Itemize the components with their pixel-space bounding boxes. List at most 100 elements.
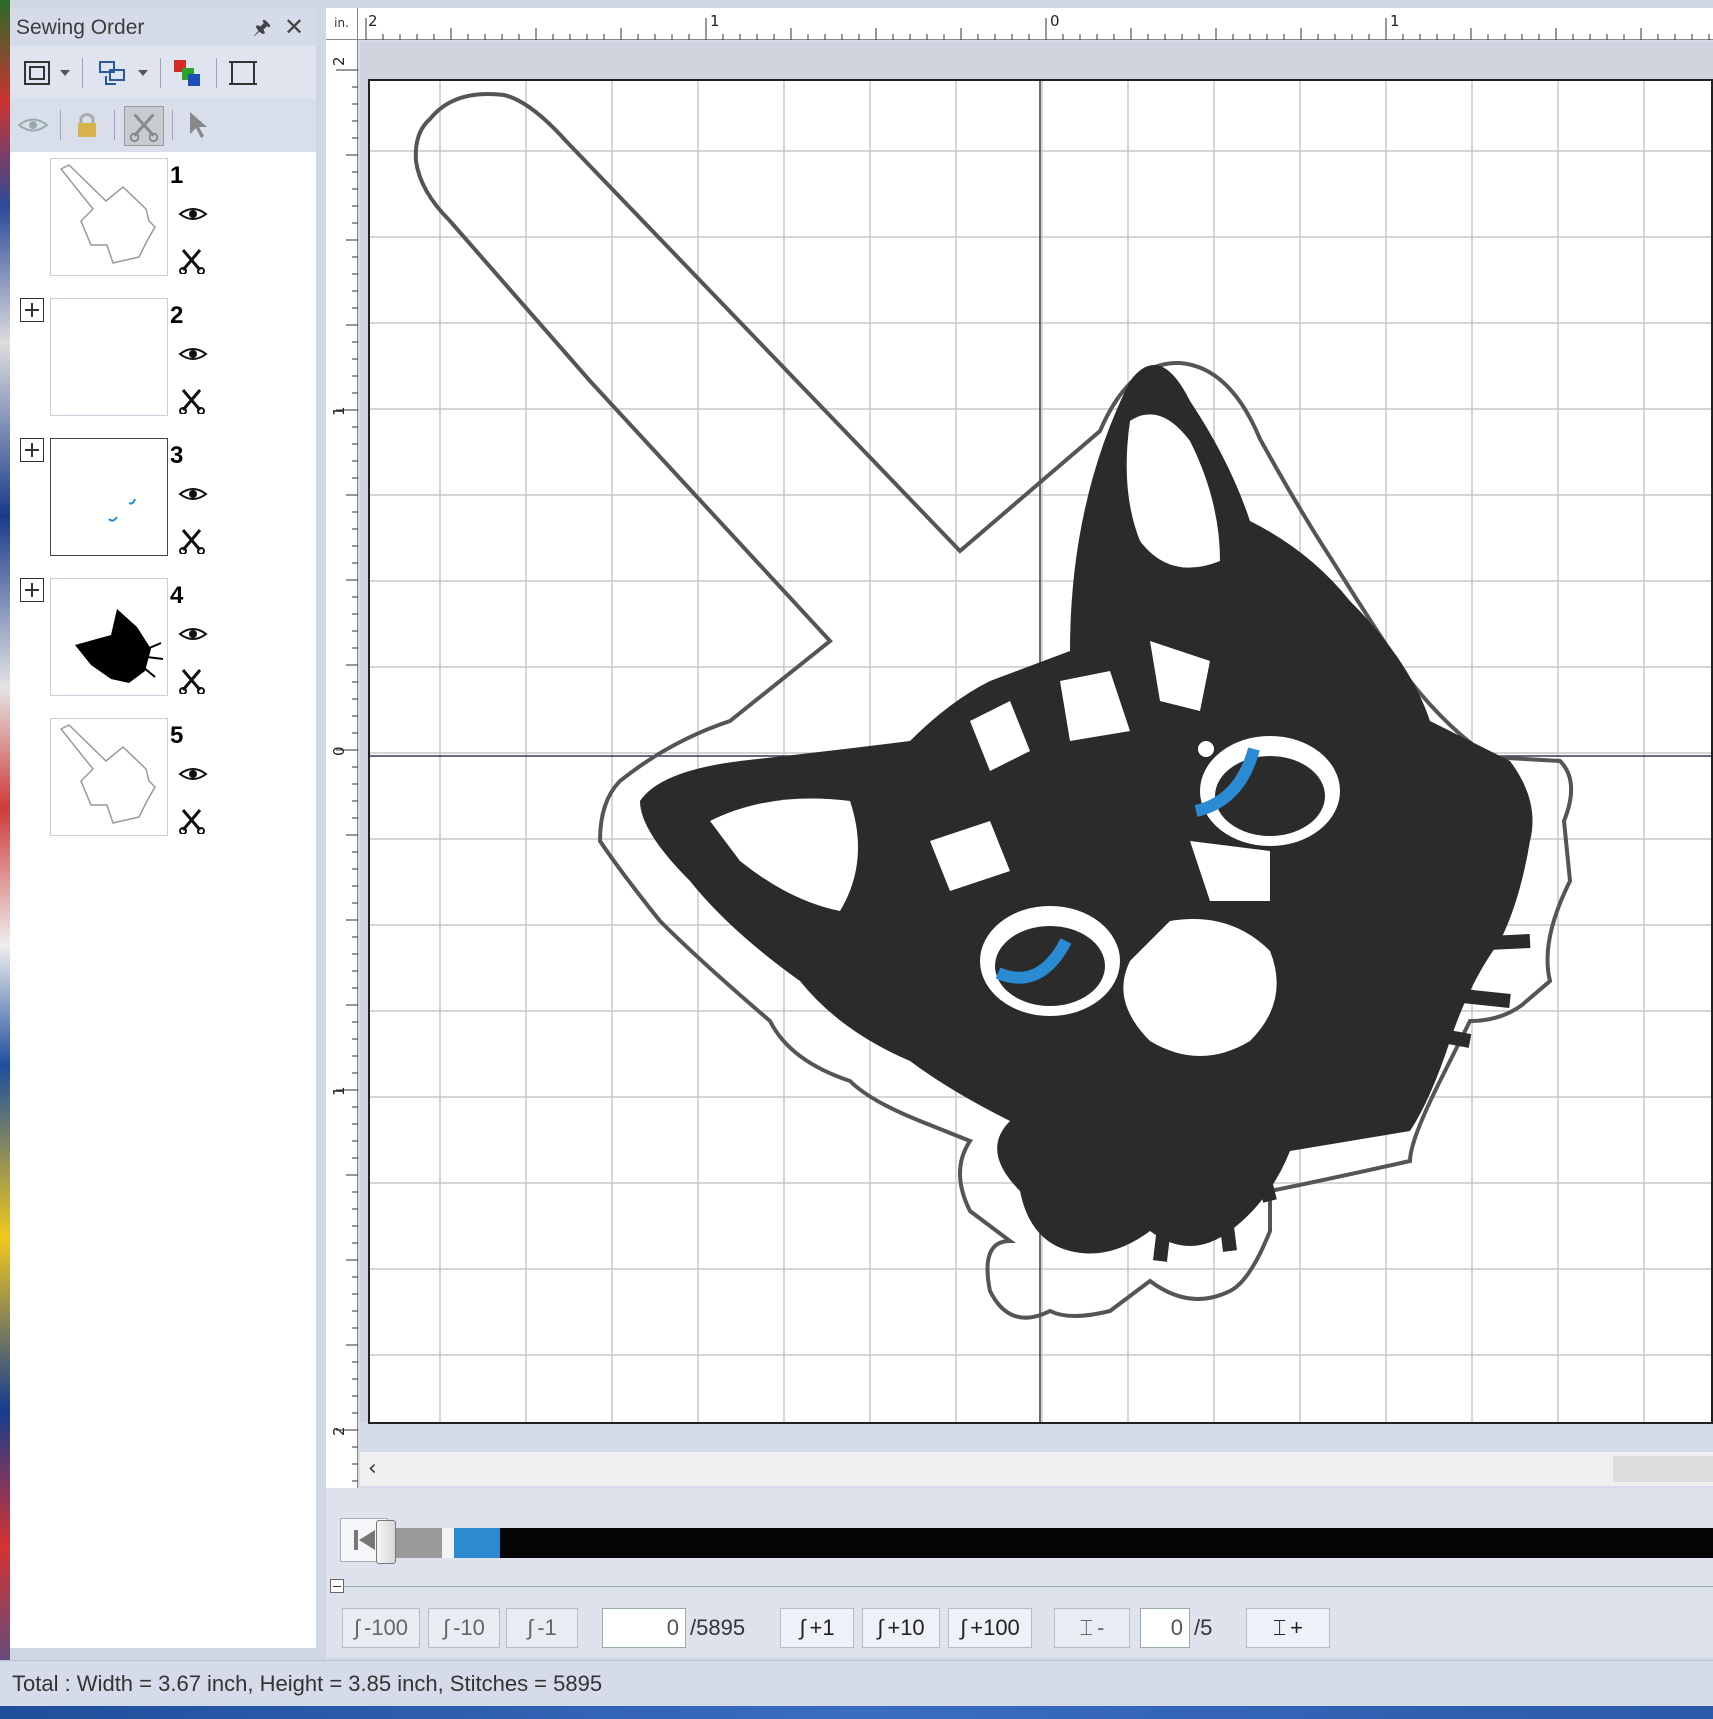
fit-to-view-icon[interactable] bbox=[20, 56, 54, 90]
button-label: +10 bbox=[887, 1615, 925, 1640]
item-number: 5 bbox=[170, 722, 184, 749]
ruler-label: 2 bbox=[368, 12, 378, 30]
color-back-button[interactable]: ⌶ - bbox=[1054, 1608, 1130, 1648]
list-item[interactable]: 2 bbox=[10, 298, 316, 428]
hoop-frame-icon[interactable] bbox=[226, 56, 260, 90]
stitch-forward-1-button[interactable]: ∫ +1 bbox=[780, 1608, 854, 1648]
list-item[interactable]: 3 bbox=[10, 438, 316, 568]
ruler-label: 1 bbox=[330, 406, 348, 416]
item-thumbnail[interactable] bbox=[50, 298, 168, 416]
color-sort-icon[interactable] bbox=[170, 56, 204, 90]
close-icon[interactable]: ✕ bbox=[282, 15, 306, 39]
color-segment bbox=[442, 1528, 454, 1558]
group-icon[interactable] bbox=[96, 56, 130, 90]
scroll-left-icon[interactable]: ‹ bbox=[368, 1456, 377, 1481]
chevron-down-icon[interactable] bbox=[138, 70, 148, 76]
eye-icon[interactable] bbox=[178, 764, 208, 784]
panel-toolbar-bottom bbox=[10, 98, 316, 152]
ruler-label: 0 bbox=[1050, 12, 1060, 30]
design-canvas[interactable] bbox=[370, 81, 1711, 1422]
needle-icon: ∫ bbox=[527, 1615, 534, 1640]
ruler-label: 1 bbox=[330, 1086, 348, 1096]
expand-toggle[interactable] bbox=[20, 298, 44, 322]
select-pointer-icon[interactable] bbox=[182, 108, 216, 142]
needle-icon: ∫ bbox=[877, 1615, 884, 1640]
stitch-simulator bbox=[326, 1488, 1713, 1598]
stitch-back-1-button[interactable]: ∫ -1 bbox=[506, 1608, 578, 1648]
eye-icon[interactable] bbox=[178, 204, 208, 224]
button-label: -10 bbox=[453, 1615, 485, 1640]
ruler-label: 2 bbox=[330, 56, 348, 66]
design-area: 2 1 0 1 2 1 0 1 2 in. ‹ bbox=[326, 8, 1713, 1488]
panel-title: Sewing Order bbox=[16, 16, 145, 39]
scissors-icon[interactable] bbox=[178, 386, 206, 414]
color-number-input[interactable]: 0 bbox=[1140, 1608, 1190, 1648]
panel-toolbar-top bbox=[10, 46, 316, 98]
ruler-label: 0 bbox=[330, 746, 348, 756]
needle-icon: ∫ bbox=[353, 1615, 360, 1640]
embroidery-hoop[interactable] bbox=[368, 79, 1713, 1424]
stitch-progress-track[interactable] bbox=[392, 1528, 1713, 1558]
eye-icon[interactable] bbox=[178, 624, 208, 644]
horizontal-ruler: 2 1 0 1 bbox=[326, 8, 1713, 40]
scissors-icon[interactable] bbox=[178, 246, 206, 274]
stitch-back-100-button[interactable]: ∫ -100 bbox=[342, 1608, 420, 1648]
scissors-icon[interactable] bbox=[178, 526, 206, 554]
item-thumbnail[interactable] bbox=[50, 578, 168, 696]
stitch-number-input[interactable]: 0 bbox=[602, 1608, 686, 1648]
color-segment bbox=[454, 1528, 500, 1558]
chevron-down-icon[interactable] bbox=[60, 70, 70, 76]
scissors-icon[interactable] bbox=[178, 806, 206, 834]
toolbar-divider bbox=[114, 110, 115, 140]
eye-icon[interactable] bbox=[178, 344, 208, 364]
list-item[interactable]: 4 bbox=[10, 578, 316, 708]
color-total: /5 bbox=[1194, 1615, 1213, 1640]
eye-icon[interactable] bbox=[16, 108, 50, 142]
cut-jump-icon[interactable] bbox=[124, 106, 164, 146]
color-segment bbox=[392, 1528, 442, 1558]
stitch-total: /5895 bbox=[690, 1615, 746, 1640]
stitch-back-10-button[interactable]: ∫ -10 bbox=[428, 1608, 500, 1648]
eye-icon[interactable] bbox=[178, 484, 208, 504]
cat-embroidery bbox=[640, 365, 1533, 1262]
horizontal-scrollbar[interactable]: ‹ bbox=[360, 1452, 1713, 1486]
button-label: - bbox=[1096, 1615, 1105, 1640]
button-label: +100 bbox=[970, 1615, 1020, 1640]
stitch-navigation: ∫ -100 ∫ -10 ∫ -1 0 /5895 ∫ +1 ∫ +10 ∫ +100 ⌶ -… bbox=[326, 1598, 1713, 1658]
lock-icon[interactable] bbox=[70, 108, 104, 142]
horizontal-ruler-ticks: 2 1 0 1 bbox=[365, 12, 1710, 40]
button-label: -100 bbox=[363, 1615, 409, 1640]
toolbar-divider bbox=[82, 58, 83, 88]
stitch-forward-10-button[interactable]: ∫ +10 bbox=[862, 1608, 940, 1648]
vertical-ruler-ticks: 2 1 0 1 2 bbox=[330, 56, 358, 1482]
item-number: 3 bbox=[170, 442, 184, 469]
ruler-label: 1 bbox=[1390, 12, 1400, 30]
collapse-toggle[interactable] bbox=[330, 1579, 344, 1593]
expand-toggle[interactable] bbox=[20, 578, 44, 602]
item-thumbnail[interactable] bbox=[50, 718, 168, 836]
expand-toggle[interactable] bbox=[20, 438, 44, 462]
stitch-forward-100-button[interactable]: ∫ +100 bbox=[948, 1608, 1032, 1648]
item-thumbnail[interactable] bbox=[50, 438, 168, 556]
button-label: + bbox=[1290, 1615, 1304, 1640]
pin-icon[interactable]: 🖈 bbox=[250, 15, 274, 39]
button-label: +1 bbox=[809, 1615, 835, 1640]
list-item[interactable]: 5 bbox=[10, 718, 316, 848]
item-thumbnail[interactable] bbox=[50, 158, 168, 276]
panel-header: Sewing Order 🖈 ✕ bbox=[10, 8, 316, 46]
toolbar-divider bbox=[172, 110, 173, 140]
toolbar-divider bbox=[160, 58, 161, 88]
item-number: 4 bbox=[170, 582, 184, 609]
scissors-icon[interactable] bbox=[178, 666, 206, 694]
color-forward-button[interactable]: ⌶ + bbox=[1246, 1608, 1330, 1648]
divider bbox=[336, 1586, 1713, 1587]
vertical-ruler: 2 1 0 1 2 bbox=[326, 40, 358, 1488]
cat-eye-highlight-left bbox=[990, 931, 1006, 947]
list-item[interactable]: 1 bbox=[10, 158, 316, 288]
stitch-slider-handle[interactable] bbox=[376, 1520, 396, 1564]
scroll-thumb[interactable] bbox=[1613, 1456, 1713, 1482]
design-summary: Total : Width = 3.67 inch, Height = 3.85… bbox=[12, 1671, 603, 1696]
item-number: 2 bbox=[170, 302, 184, 329]
hoop-icon: ⌶ bbox=[1272, 1615, 1287, 1640]
toolbar-divider bbox=[216, 58, 217, 88]
